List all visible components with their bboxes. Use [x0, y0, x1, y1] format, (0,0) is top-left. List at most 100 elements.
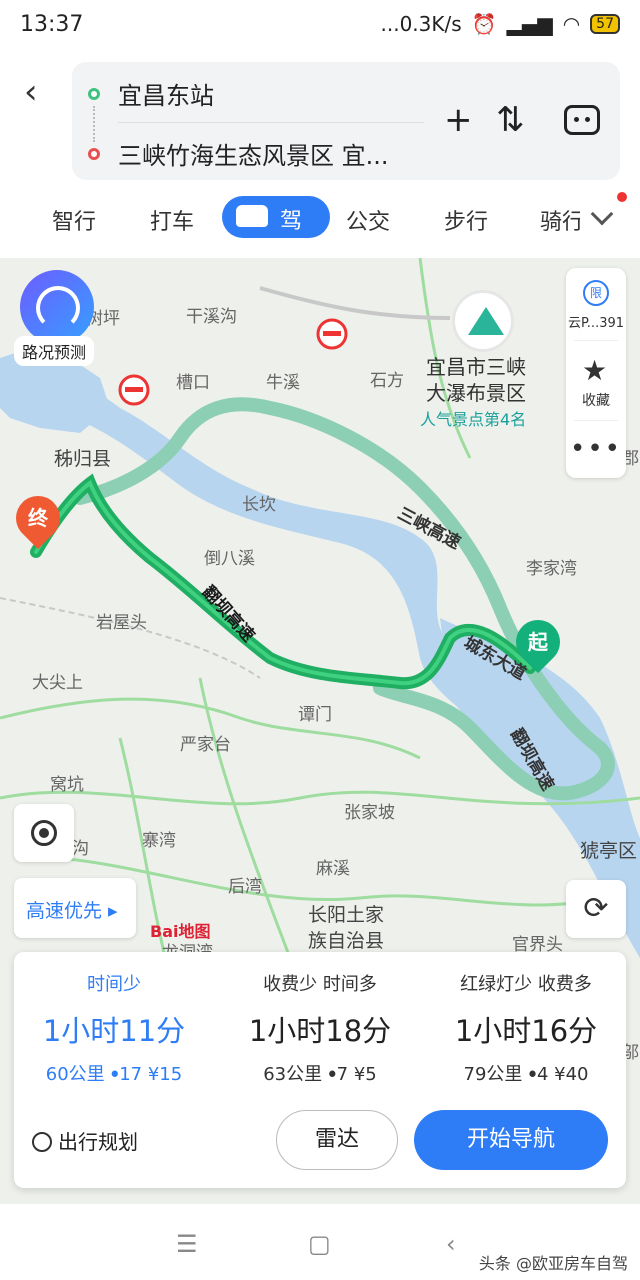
- route-option-1[interactable]: 时间少 1小时11分 60公里 ꔷ17 ¥15: [14, 970, 214, 1086]
- map-place: 倒八溪: [204, 549, 255, 569]
- trip-planning-button[interactable]: 出行规划: [32, 1126, 138, 1155]
- map-place: 谭门: [298, 705, 332, 725]
- route-distance: 60公里: [45, 1064, 105, 1085]
- traffic-forecast-icon[interactable]: [20, 270, 94, 344]
- route-option-2[interactable]: 收费少 时间多 1小时18分 63公里 ꔷ7 ¥5: [220, 970, 420, 1086]
- route-option-duration: 1小时11分: [42, 1014, 186, 1048]
- status-time: 13:37: [20, 11, 84, 37]
- baidu-logo: Bai地图: [150, 922, 211, 941]
- star-icon[interactable]: ★: [582, 354, 607, 387]
- route-option-meta: 63公里 ꔷ7 ¥5: [220, 1060, 420, 1086]
- map-place: 长阳土家: [308, 904, 385, 926]
- battery-icon: 57: [590, 14, 620, 34]
- start-navigation-button[interactable]: 开始导航: [414, 1110, 608, 1170]
- route-options-icon[interactable]: [564, 105, 600, 135]
- car-icon: [236, 205, 268, 227]
- traffic-light-count: 7: [336, 1064, 349, 1085]
- route-options-card: 时间少 1小时11分 60公里 ꔷ17 ¥15 收费少 时间多 1小时18分 6…: [14, 952, 626, 1188]
- route-option-meta: 79公里 ꔷ4 ¥40: [426, 1060, 626, 1086]
- back-icon[interactable]: ‹: [446, 1230, 456, 1258]
- watermark: 头条 @欧亚房车自驾: [478, 1254, 628, 1273]
- map-place: 猇亭区: [580, 840, 638, 862]
- destination-field[interactable]: 三峡竹海生态风景区 宜...: [118, 136, 389, 171]
- map-place: 沟: [72, 839, 89, 859]
- map-side-panel: 限 云P...391 ★ 收藏 •••: [566, 268, 626, 478]
- route-fee: ¥5: [353, 1064, 377, 1085]
- map-place: 严家台: [180, 735, 231, 755]
- map-place: 秭归县: [54, 448, 112, 470]
- origin-dot-icon: [88, 88, 100, 100]
- tab-bus[interactable]: 公交: [346, 204, 390, 236]
- route-input-box: 宜昌东站 三峡竹海生态风景区 宜... + ⇅: [72, 62, 620, 180]
- map-place: 寨湾: [142, 831, 176, 851]
- alarm-icon: ⏰: [471, 12, 497, 36]
- scenic-spot-icon[interactable]: [452, 290, 514, 352]
- status-icons: ...0.3K/s ⏰ ▂▄▆ ◠ 57: [380, 12, 620, 36]
- highway-priority-label: 高速优先: [26, 900, 103, 922]
- origin-field[interactable]: 宜昌东站: [118, 76, 214, 111]
- route-option-tag: 红绿灯少 收费多: [460, 974, 592, 995]
- system-nav-bar: ☰ ▢ ‹ 头条 @欧亚房车自驾: [0, 1204, 640, 1280]
- status-bar: 13:37 ...0.3K/s ⏰ ▂▄▆ ◠ 57: [0, 0, 640, 48]
- chevron-down-icon[interactable]: [590, 202, 614, 226]
- route-distance: 63公里: [263, 1064, 323, 1085]
- traffic-light-count: 4: [536, 1064, 549, 1085]
- favorite-label[interactable]: 收藏: [566, 390, 626, 410]
- poi-name-line1: 宜昌市三峡: [426, 355, 526, 379]
- traffic-light-icon: ꔷ: [528, 1064, 537, 1085]
- home-icon[interactable]: ▢: [308, 1230, 331, 1258]
- network-speed: ...0.3K/s: [380, 12, 462, 36]
- plate-limit-text[interactable]: 云P...391: [566, 312, 626, 331]
- tab-taxi[interactable]: 打车: [150, 204, 194, 236]
- route-connector: [93, 106, 95, 142]
- map-place: 槽口: [176, 373, 210, 393]
- back-arrow-icon[interactable]: ‹: [24, 72, 38, 112]
- tab-drive[interactable]: 驾车: [222, 196, 330, 266]
- destination-dot-icon: [88, 148, 100, 160]
- map-place: 岩屋头: [96, 613, 147, 633]
- map-place: 干溪沟: [186, 307, 237, 327]
- origin-pin-label: 起: [528, 630, 548, 654]
- clock-icon: [32, 1132, 52, 1152]
- map-place: 族自治县: [308, 930, 385, 952]
- route-fee: ¥40: [554, 1064, 589, 1085]
- wifi-icon: ◠: [562, 12, 581, 36]
- trip-planning-label: 出行规划: [58, 1130, 138, 1154]
- destination-pin-label: 终: [28, 506, 48, 530]
- transport-mode-tabs: 智行 打车 驾车 公交 步行 骑行: [0, 192, 640, 266]
- traffic-forecast-label[interactable]: 路况预测: [14, 336, 95, 366]
- plate-limit-icon[interactable]: 限: [583, 280, 609, 306]
- map-place: 牛溪: [266, 373, 300, 393]
- route-option-duration: 1小时16分: [454, 1014, 598, 1048]
- route-option-tag: 收费少 时间多: [263, 974, 377, 995]
- swap-route-icon[interactable]: ⇅: [496, 100, 525, 140]
- add-waypoint-icon[interactable]: +: [444, 100, 473, 140]
- poi-name[interactable]: 宜昌市三峡 大瀑布景区: [426, 354, 526, 406]
- route-distance: 79公里: [463, 1064, 523, 1085]
- traffic-light-icon: ꔷ: [327, 1064, 337, 1085]
- traffic-light-count: 17: [119, 1064, 143, 1085]
- divider: [574, 340, 618, 341]
- map-place: 李家湾: [526, 559, 577, 579]
- route-option-meta: 60公里 ꔷ17 ¥15: [14, 1060, 214, 1086]
- signal-icon: ▂▄▆: [506, 12, 553, 36]
- tab-walk[interactable]: 步行: [444, 204, 488, 236]
- tab-bike[interactable]: 骑行: [540, 204, 580, 236]
- locate-icon[interactable]: [14, 804, 74, 862]
- traffic-light-icon: ꔷ: [110, 1064, 120, 1085]
- tab-smart[interactable]: 智行: [52, 204, 96, 236]
- highway-priority-button[interactable]: 高速优先 ▸: [14, 878, 136, 938]
- poi-rank: 人气景点第4名: [420, 410, 527, 429]
- map-place: 大尖上: [32, 673, 83, 693]
- route-option-3[interactable]: 红绿灯少 收费多 1小时16分 79公里 ꔷ4 ¥40: [426, 970, 626, 1086]
- map-place: 石方: [370, 371, 404, 391]
- route-fee: ¥15: [147, 1064, 183, 1085]
- more-icon[interactable]: •••: [566, 434, 626, 464]
- route-option-tag: 时间少: [87, 974, 141, 995]
- radar-button[interactable]: 雷达: [276, 1110, 398, 1170]
- map-place: 张家坡: [344, 803, 395, 823]
- notification-dot: [617, 192, 627, 202]
- refresh-icon[interactable]: ⟳: [566, 880, 626, 938]
- poi-name-line2: 大瀑布景区: [426, 381, 526, 405]
- menu-icon[interactable]: ☰: [176, 1230, 198, 1258]
